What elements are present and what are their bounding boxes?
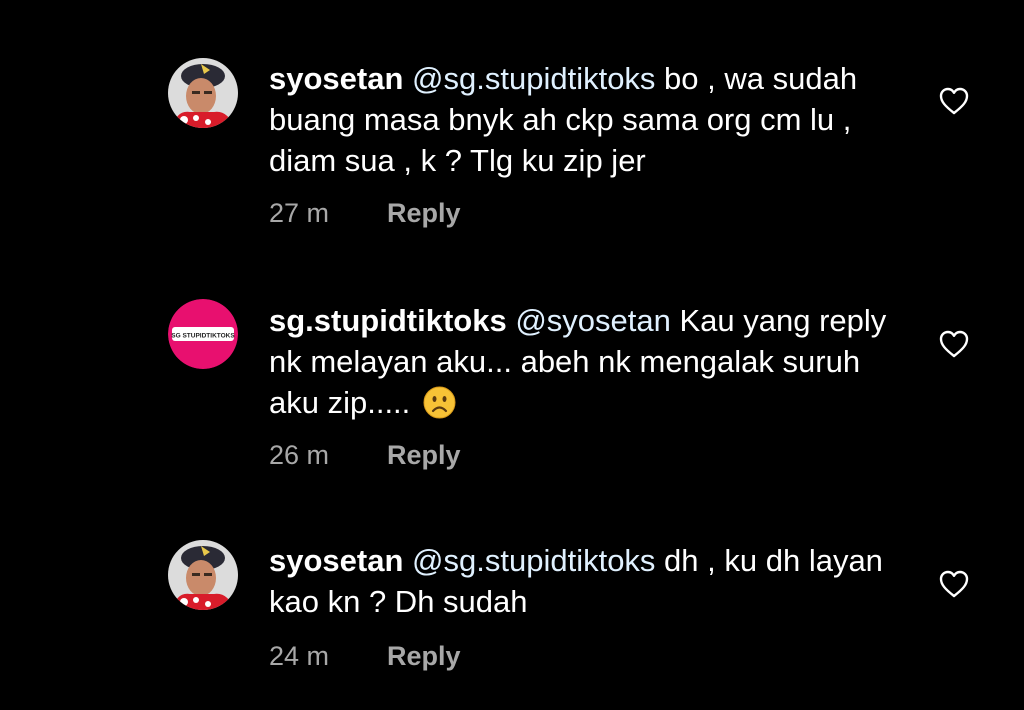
comment-timestamp: 27 m	[269, 198, 330, 228]
heart-outline-icon[interactable]	[939, 330, 969, 358]
heart-outline-icon[interactable]	[939, 570, 969, 598]
comment-meta: 27 m Reply	[269, 198, 461, 229]
reply-button[interactable]: Reply	[387, 440, 461, 470]
comment-meta: 26 m Reply	[269, 440, 461, 471]
user-avatar-icon[interactable]	[168, 540, 238, 610]
comment-text: syosetan @sg.stupidtiktoks dh , ku dh la…	[269, 540, 889, 622]
comment-username[interactable]: sg.stupidtiktoks	[269, 303, 507, 338]
heart-outline-icon[interactable]	[939, 87, 969, 115]
comment-username[interactable]: syosetan	[269, 61, 403, 96]
comment-mention[interactable]: @sg.stupidtiktoks	[412, 61, 655, 96]
avatar-logo-text: SG STUPIDTIKTOKS	[171, 333, 235, 340]
comment-text: syosetan @sg.stupidtiktoks bo , wa sudah…	[269, 58, 889, 181]
comment-mention[interactable]: @syosetan	[515, 303, 671, 338]
comment-username[interactable]: syosetan	[269, 543, 403, 578]
user-avatar-icon[interactable]	[168, 58, 238, 128]
reply-button[interactable]: Reply	[387, 641, 461, 671]
frowning-face-icon	[423, 386, 456, 419]
brand-logo-avatar-icon[interactable]: SG STUPIDTIKTOKS	[168, 299, 238, 369]
comment-text: sg.stupidtiktoks @syosetan Kau yang repl…	[269, 300, 889, 423]
comment-timestamp: 26 m	[269, 440, 330, 470]
comment-mention[interactable]: @sg.stupidtiktoks	[412, 543, 655, 578]
comment-meta: 24 m Reply	[269, 641, 461, 672]
reply-button[interactable]: Reply	[387, 198, 461, 228]
comment-timestamp: 24 m	[269, 641, 330, 671]
